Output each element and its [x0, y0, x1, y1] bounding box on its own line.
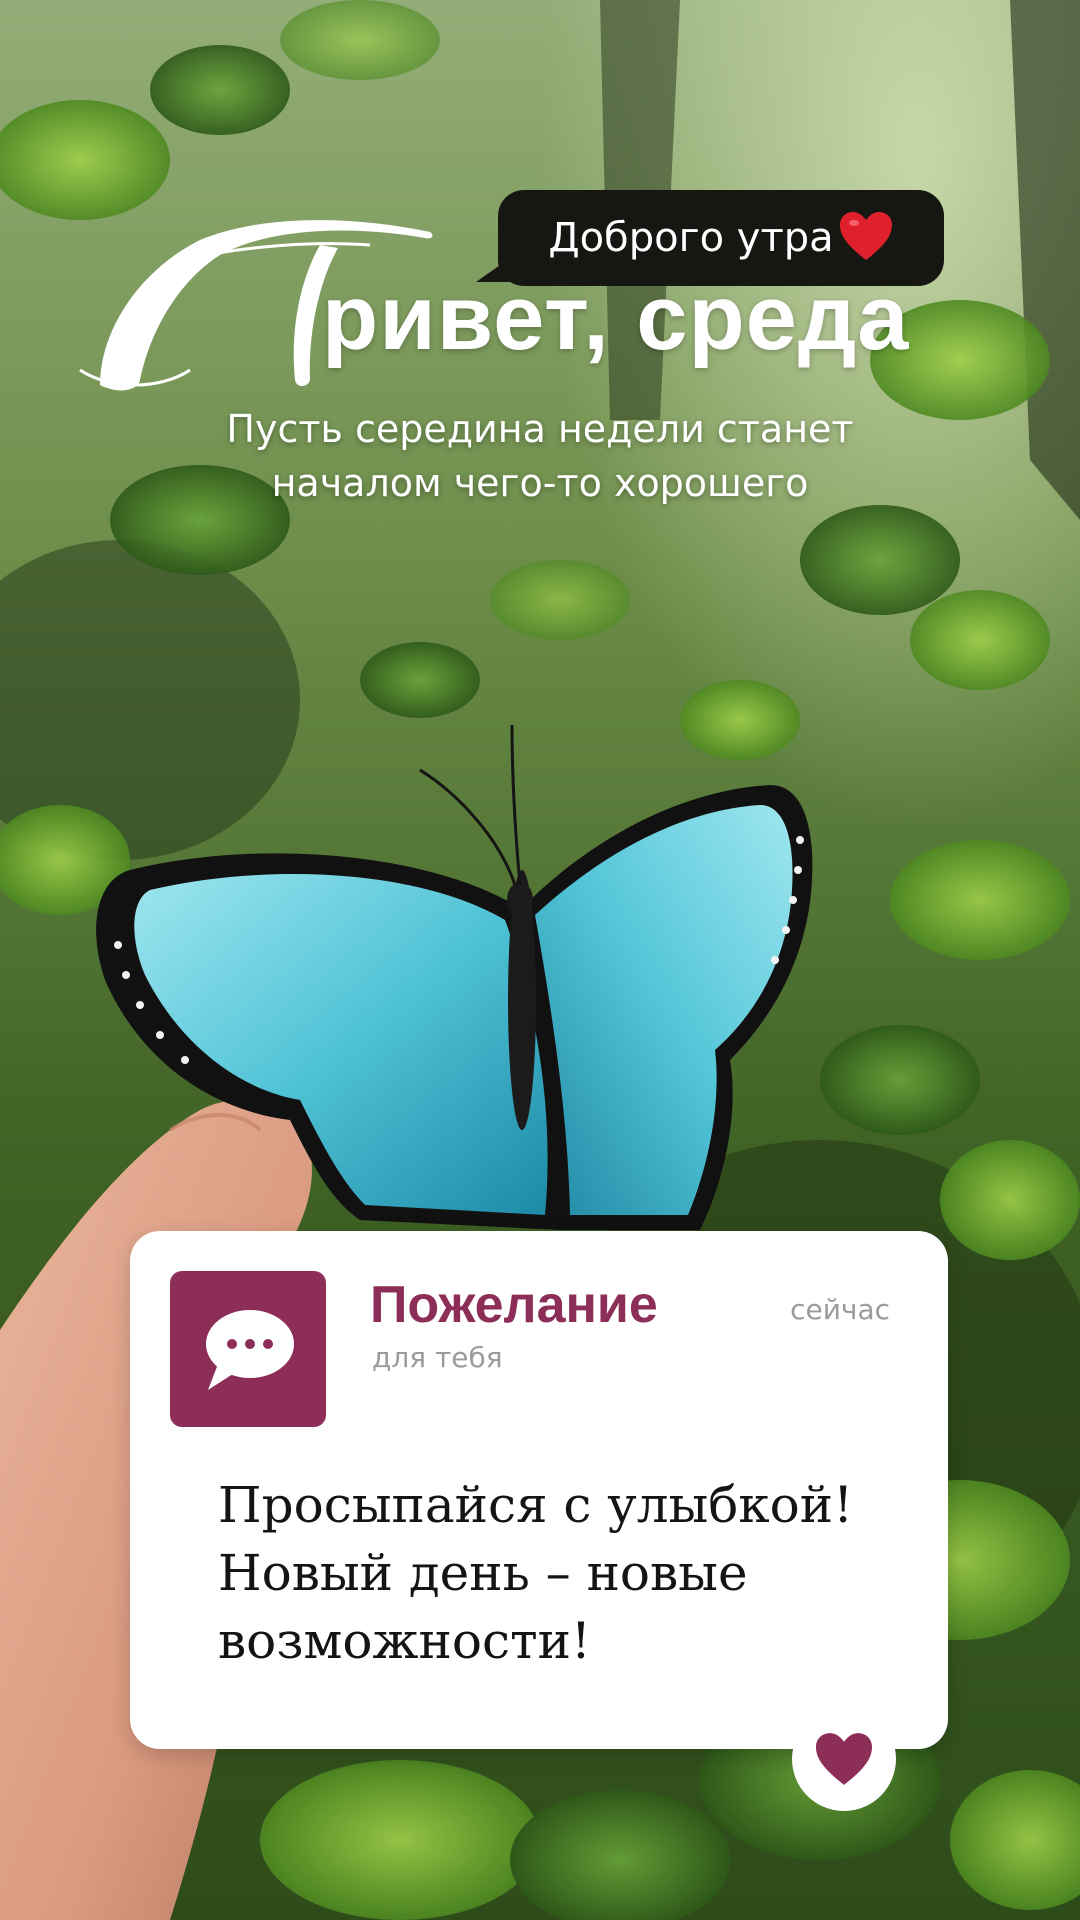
- title-text: ривет, среда: [322, 267, 910, 369]
- notification-subtitle: для тебя: [372, 1341, 503, 1374]
- heart-emoji-icon: [838, 210, 894, 266]
- notification-time: сейчас: [790, 1293, 890, 1326]
- notification-title: Пожелание: [370, 1276, 658, 1334]
- notification-card[interactable]: Пожелание для тебя сейчас Просыпайся с у…: [130, 1231, 948, 1811]
- message-line-3: возможности!: [218, 1612, 592, 1670]
- subtitle-line-1: Пусть середина недели станет: [226, 407, 854, 451]
- heart-icon: [816, 1733, 872, 1785]
- chat-bubble-icon: [170, 1271, 326, 1427]
- message-line-2: Новый день – новые: [218, 1544, 748, 1602]
- notification-message: Просыпайся с улыбкой! Новый день – новые…: [218, 1471, 898, 1675]
- subtitle-line-2: началом чего-то хорошего: [271, 461, 809, 505]
- message-line-1: Просыпайся с улыбкой!: [218, 1476, 854, 1534]
- subtitle: Пусть середина недели станет началом чег…: [0, 402, 1080, 510]
- story-screen: Доброго утра П ривет, среда Пусть середи…: [0, 0, 1080, 1920]
- greeting-text: Доброго утра: [548, 215, 834, 261]
- like-button[interactable]: [792, 1707, 896, 1811]
